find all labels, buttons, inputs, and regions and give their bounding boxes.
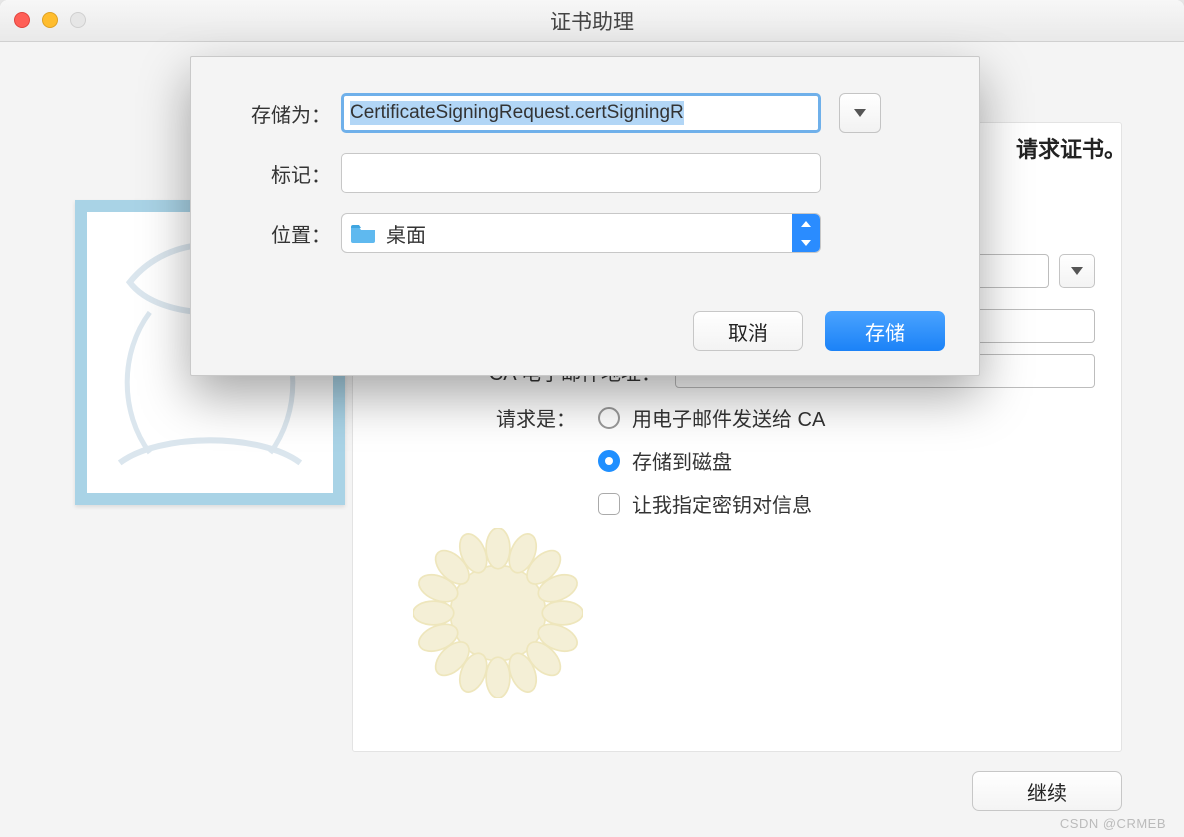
tags-label: 标记： <box>191 159 341 188</box>
save-button[interactable]: 存储 <box>825 311 945 351</box>
radio-label: 用电子邮件发送给 CA <box>632 403 825 432</box>
window-title: 证书助理 <box>550 6 634 36</box>
minimize-window-button[interactable] <box>42 12 58 28</box>
checkbox-specify-keypair[interactable]: 让我指定密钥对信息 <box>598 489 825 518</box>
titlebar: 证书助理 <box>0 0 1184 42</box>
radio-label: 存储到磁盘 <box>632 446 732 475</box>
location-select[interactable]: 桌面 <box>341 213 821 253</box>
close-window-button[interactable] <box>14 12 30 28</box>
filename-input[interactable]: CertificateSigningRequest.certSigningR <box>341 93 821 133</box>
radio-send-to-ca[interactable]: 用电子邮件发送给 CA <box>598 403 825 432</box>
continue-button[interactable]: 继续 <box>972 771 1122 811</box>
radio-save-to-disk[interactable]: 存储到磁盘 <box>598 446 825 475</box>
tags-input[interactable] <box>341 153 821 193</box>
cancel-button[interactable]: 取消 <box>693 311 803 351</box>
chevron-down-icon <box>801 240 811 246</box>
chevron-up-icon <box>801 221 811 227</box>
location-value: 桌面 <box>386 219 426 248</box>
certificate-assistant-window: 证书助理 请求证书。 CA 电子邮件地址： <box>0 0 1184 837</box>
seal-icon <box>413 528 583 698</box>
request-label: 请求是： <box>488 403 598 518</box>
location-stepper[interactable] <box>792 214 820 252</box>
filename-value: CertificateSigningRequest.certSigningR <box>350 101 684 125</box>
window-controls <box>14 12 86 28</box>
panel-heading: 请求证书。 <box>1016 132 1126 164</box>
radio-icon <box>598 450 620 472</box>
email-history-button[interactable] <box>1059 254 1095 288</box>
location-label: 位置： <box>191 219 341 248</box>
save-as-label: 存储为： <box>191 99 341 128</box>
zoom-window-button[interactable] <box>70 12 86 28</box>
chevron-down-icon <box>854 109 866 117</box>
save-sheet: 存储为： CertificateSigningRequest.certSigni… <box>190 56 980 376</box>
expand-save-dialog-button[interactable] <box>839 93 881 133</box>
radio-icon <box>598 407 620 429</box>
watermark-text: CSDN @CRMEB <box>1060 816 1166 831</box>
checkbox-label: 让我指定密钥对信息 <box>632 489 812 518</box>
chevron-down-icon <box>1071 267 1083 275</box>
folder-icon <box>350 223 376 243</box>
checkbox-icon <box>598 493 620 515</box>
